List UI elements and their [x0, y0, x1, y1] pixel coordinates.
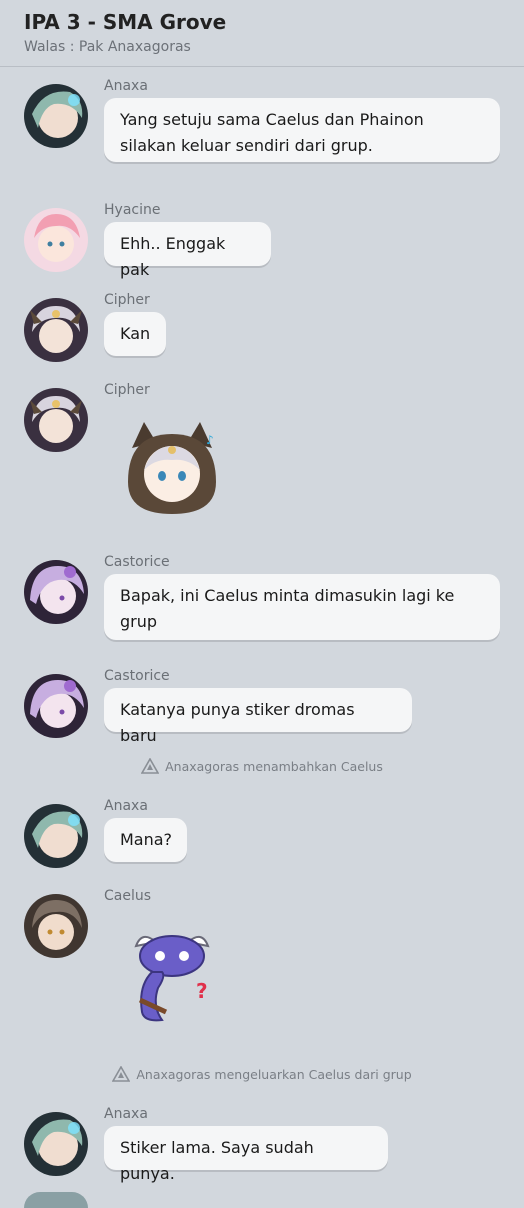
hyacine-avatar-icon — [24, 208, 88, 272]
svg-text:?: ? — [196, 979, 208, 1003]
avatar-castorice[interactable] — [24, 674, 88, 738]
castorice-avatar-icon — [24, 674, 88, 738]
avatar-cipher[interactable] — [24, 298, 88, 362]
system-notice-text: Anaxagoras menambahkan Caelus — [165, 759, 383, 774]
group-event-icon — [141, 758, 160, 774]
message-bubble[interactable]: Stiker lama. Saya sudah punya. — [104, 1126, 388, 1183]
avatar-anaxa[interactable] — [24, 1112, 88, 1176]
message-bubble[interactable]: Kan — [104, 312, 166, 356]
sender-name: Anaxa — [104, 1106, 148, 1122]
avatar-caelus[interactable] — [24, 894, 88, 958]
caelus-avatar-icon — [24, 894, 88, 958]
sender-name: Hyacine — [104, 202, 161, 218]
anaxa-avatar-icon — [24, 84, 88, 148]
cipher-avatar-icon — [24, 298, 88, 362]
next-avatar-peek — [24, 1192, 88, 1208]
sender-name: Anaxa — [104, 78, 148, 94]
avatar-hyacine[interactable] — [24, 208, 88, 272]
anaxa-avatar-icon — [24, 1112, 88, 1176]
system-notice-text: Anaxagoras mengeluarkan Caelus dari grup — [136, 1067, 412, 1082]
castorice-avatar-icon — [24, 560, 88, 624]
avatar-cipher[interactable] — [24, 388, 88, 452]
svg-text:♪: ♪ — [206, 433, 214, 447]
message-bubble[interactable]: Bapak, ini Caelus minta dimasukin lagi k… — [104, 574, 500, 640]
message-bubble[interactable]: Katanya punya stiker dromas baru — [104, 688, 412, 745]
message-bubble[interactable]: Ehh.. Enggak pak — [104, 222, 271, 279]
chat-header: IPA 3 - SMA Grove Walas : Pak Anaxagoras — [0, 0, 524, 67]
group-event-icon — [112, 1066, 131, 1082]
group-title[interactable]: IPA 3 - SMA Grove — [24, 10, 226, 34]
cipher-avatar-icon — [24, 388, 88, 452]
message-bubble[interactable]: Yang setuju sama Caelus dan Phainon sila… — [104, 98, 500, 162]
dromas-question-sticker-icon[interactable]: ? — [122, 926, 222, 1026]
sender-name: Castorice — [104, 668, 170, 684]
sender-name: Anaxa — [104, 798, 148, 814]
anaxa-avatar-icon — [24, 804, 88, 868]
avatar-anaxa[interactable] — [24, 84, 88, 148]
avatar-anaxa[interactable] — [24, 804, 88, 868]
system-notice: Anaxagoras mengeluarkan Caelus dari grup — [0, 1066, 524, 1082]
group-subtitle: Walas : Pak Anaxagoras — [24, 39, 191, 55]
sender-name: Cipher — [104, 292, 150, 308]
sender-name: Cipher — [104, 382, 150, 398]
sender-name: Caelus — [104, 888, 152, 904]
avatar-castorice[interactable] — [24, 560, 88, 624]
sender-name: Castorice — [104, 554, 170, 570]
message-bubble[interactable]: Mana? — [104, 818, 187, 862]
cat-hood-sticker-icon[interactable]: ♪ — [122, 418, 222, 518]
system-notice: Anaxagoras menambahkan Caelus — [0, 758, 524, 774]
